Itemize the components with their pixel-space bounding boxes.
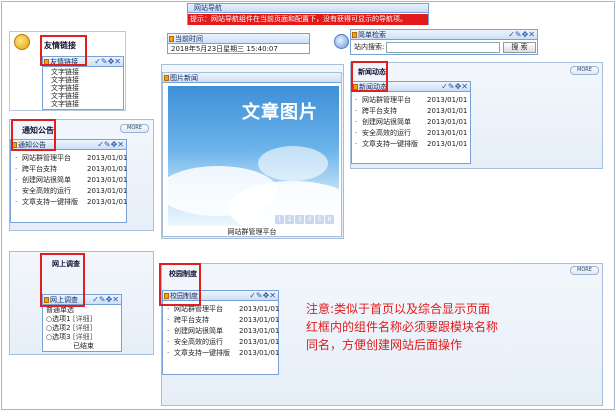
news-list: · 网站群管理平台 2013/01/01 · 跨平台支持 2013/01/01 · 创建网… — [355, 95, 470, 150]
list-item[interactable]: · 跨平台支持 2013/01/01 — [167, 315, 279, 326]
campus-more-button[interactable]: MORE — [570, 266, 599, 275]
simple-search-title: 简单检索 — [358, 31, 386, 39]
search-input[interactable] — [386, 42, 500, 53]
list-item[interactable]: · 文章支持一键排版 2013/01/01 — [355, 139, 470, 150]
notice-list: · 网站群管理平台 2013/01/01 · 跨平台支持 2013/01/01 · 创建网… — [15, 153, 127, 208]
friend-link[interactable]: 文字链接 — [51, 100, 79, 108]
friend-link[interactable]: 文字链接 — [51, 68, 79, 76]
survey-question: 普通单选 — [46, 306, 74, 314]
highlight-box — [40, 35, 87, 66]
module-tools-icon[interactable]: ✓✎✥✕ — [97, 140, 124, 149]
pager-dot[interactable]: 6 — [325, 215, 334, 224]
search-button[interactable]: 搜 索 — [503, 42, 536, 53]
list-item[interactable]: · 文章支持一键排版 2013/01/01 — [167, 348, 279, 359]
photo-news-image-text: 文章图片 — [242, 102, 318, 123]
friend-link[interactable]: 文字链接 — [51, 92, 79, 100]
campus-list: · 网站群管理平台 2013/01/01 · 跨平台支持 2013/01/01 · 创建网… — [167, 304, 279, 359]
photo-news-head: 图片新闻 — [163, 73, 341, 83]
friend-links-icon — [14, 34, 30, 50]
search-label: 站内搜索: — [354, 43, 385, 51]
module-tools-icon[interactable]: ✓✎✥✕ — [94, 57, 121, 66]
highlight-box — [159, 263, 201, 306]
list-item[interactable]: · 网站群管理平台 2013/01/01 — [15, 153, 127, 164]
module-tools-icon[interactable]: ✓✎✥✕ — [249, 291, 276, 300]
current-time-value: 2018年5月23日星期三 15:40:07 — [171, 45, 278, 53]
cloud-shape — [258, 146, 328, 181]
detail-link[interactable]: [详细] — [73, 324, 92, 332]
site-nav-widget: 网站导航 提示：网站导航组件在当前页面和配置下，没有获得可显示的导航项。 — [187, 3, 429, 25]
detail-link[interactable]: [详细] — [73, 315, 92, 323]
survey-option[interactable]: ○选项3 [详细] — [46, 333, 92, 342]
annotation-note-line: 同名，方便创建网站后面操作 — [306, 338, 463, 352]
photo-news-caption[interactable]: 网站群管理平台 — [163, 228, 341, 237]
list-item[interactable]: · 创建网站很简单 2013/01/01 — [15, 175, 127, 186]
detail-link[interactable]: [详细] — [73, 333, 92, 341]
survey-option[interactable]: ○选项1 [详细] — [46, 315, 92, 324]
site-nav-title-bar: 网站导航 — [188, 4, 428, 13]
list-item[interactable]: · 安全高效的运行 2013/01/01 — [15, 186, 127, 197]
module-tools-icon[interactable]: ✓✎✥✕ — [441, 82, 468, 91]
highlight-box — [11, 119, 56, 151]
pager-dot[interactable]: 4 — [305, 215, 314, 224]
survey-status: 已结束 — [73, 342, 94, 350]
module-tools-icon[interactable]: ✓✎✥✕ — [508, 30, 535, 39]
survey-option[interactable]: ○选项2 [详细] — [46, 324, 92, 333]
friend-link[interactable]: 文字链接 — [51, 84, 79, 92]
notice-more-button[interactable]: MORE — [120, 124, 149, 133]
photo-news-title: 图片新闻 — [170, 74, 198, 82]
pager-dot[interactable]: 1 — [275, 215, 284, 224]
current-time-widget: 当前时间 2018年5月23日星期三 15:40:07 — [167, 33, 310, 54]
list-item[interactable]: · 跨平台支持 2013/01/01 — [15, 164, 127, 175]
site-nav-title: 网站导航 — [194, 4, 222, 12]
photo-news-inner: 图片新闻 文章图片 123456 网站群管理平台 — [162, 72, 342, 237]
module-mark-icon — [169, 36, 174, 42]
notice-inner: 通知公告 ✓✎✥✕ · 网站群管理平台 2013/01/01 · 跨平台支持 2013/… — [10, 139, 127, 223]
list-item[interactable]: · 创建网站很简单 2013/01/01 — [167, 326, 279, 337]
simple-search-head: 简单检索 ✓✎✥✕ — [351, 30, 537, 40]
photo-news-image[interactable]: 文章图片 123456 — [168, 86, 339, 226]
photo-news-panel: 图片新闻 文章图片 123456 网站群管理平台 — [161, 64, 344, 239]
pager-dot[interactable]: 5 — [315, 215, 324, 224]
annotation-note-line: 注意:类似于首页以及综合显示页面 — [306, 302, 491, 316]
module-mark-icon — [164, 75, 169, 81]
highlight-box — [351, 61, 388, 92]
list-item[interactable]: · 安全高效的运行 2013/01/01 — [167, 337, 279, 348]
module-mark-icon — [352, 32, 357, 38]
friend-link[interactable]: 文字链接 — [51, 76, 79, 84]
pager-dot[interactable]: 2 — [285, 215, 294, 224]
news-more-button[interactable]: MORE — [570, 66, 599, 75]
current-time-title: 当前时间 — [175, 35, 203, 43]
current-time-head: 当前时间 — [168, 34, 309, 44]
site-nav-tip: 提示：网站导航组件在当前页面和配置下，没有获得可显示的导航项。 — [188, 14, 428, 25]
annotation-note-line: 红框内的组件名称必须要跟模块名称 — [306, 320, 499, 334]
list-item[interactable]: · 跨平台支持 2013/01/01 — [355, 106, 470, 117]
pager-dot[interactable]: 3 — [295, 215, 304, 224]
list-item[interactable]: · 创建网站很简单 2013/01/01 — [355, 117, 470, 128]
list-item[interactable]: · 文章支持一键排版 2013/01/01 — [15, 197, 127, 208]
list-item[interactable]: · 安全高效的运行 2013/01/01 — [355, 128, 470, 139]
highlight-box — [40, 253, 85, 307]
list-item[interactable]: · 网站群管理平台 2013/01/01 — [355, 95, 470, 106]
photo-pager: 123456 — [275, 214, 335, 224]
simple-search-widget: 简单检索 ✓✎✥✕ 站内搜索: 搜 索 — [350, 29, 538, 55]
search-globe-icon — [334, 34, 349, 49]
module-tools-icon[interactable]: ✓✎✥✕ — [92, 295, 119, 304]
